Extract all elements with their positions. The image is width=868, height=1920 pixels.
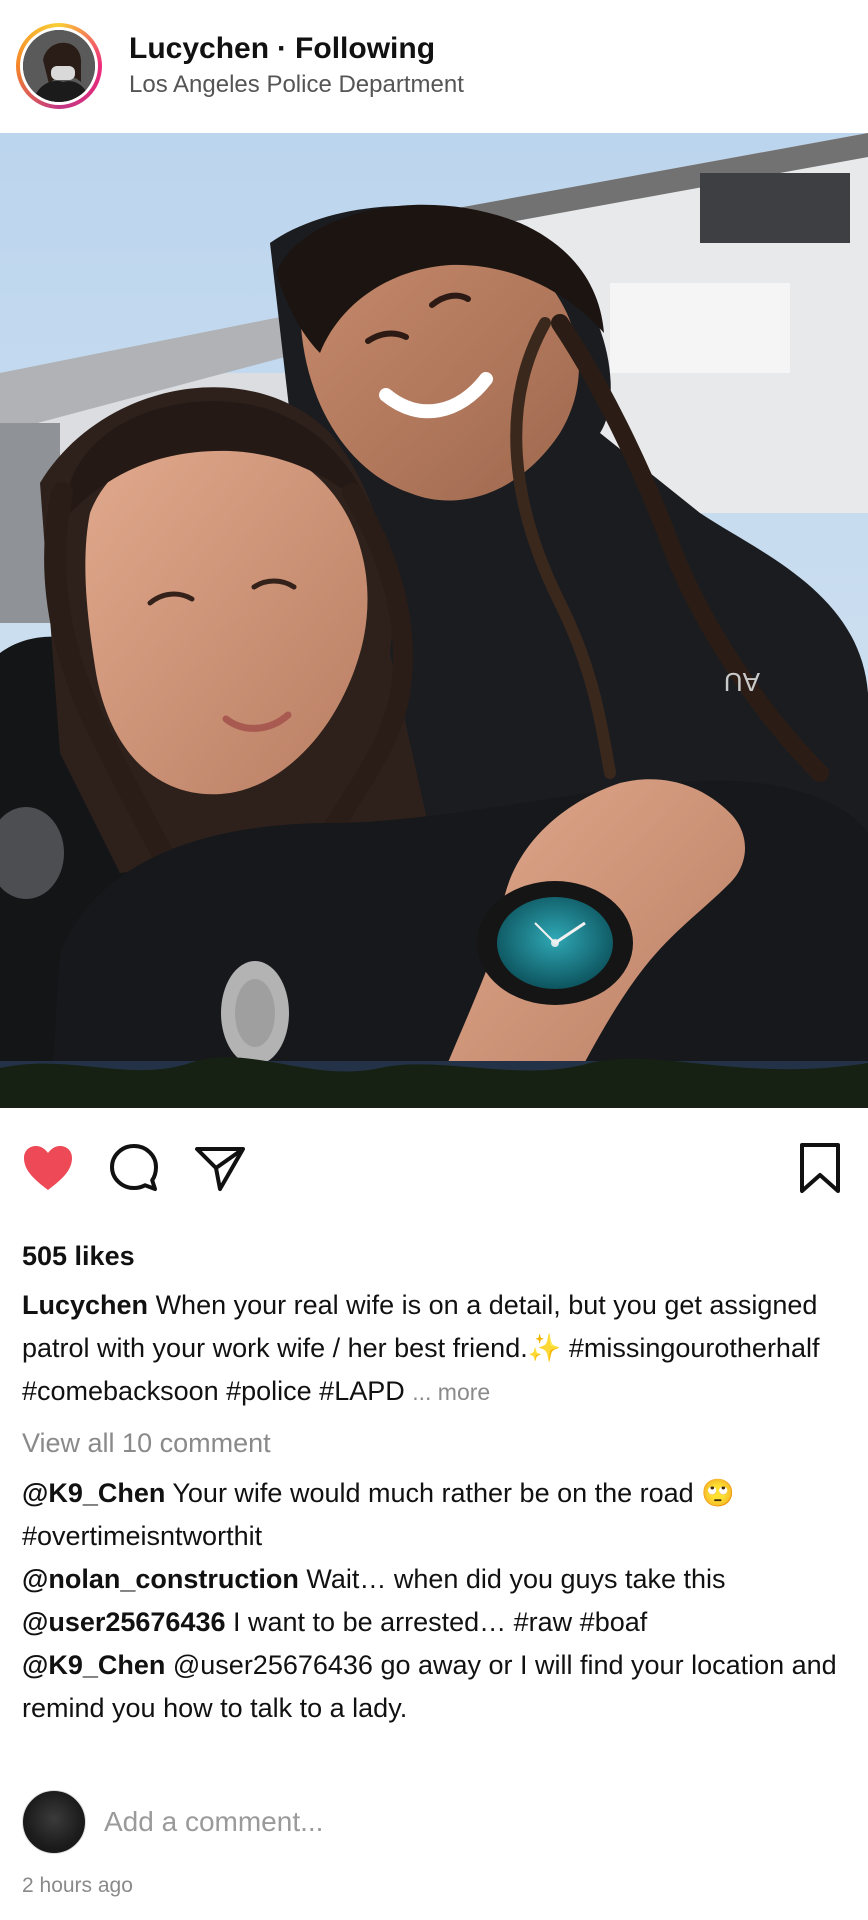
location-link[interactable]: Los Angeles Police Department (129, 70, 464, 100)
header-text: Lucychen · Following Los Angeles Police De… (129, 32, 464, 100)
current-user-avatar (22, 1790, 86, 1854)
comment-username[interactable]: @K9_Chen (22, 1478, 165, 1508)
heart-filled-icon[interactable] (18, 1138, 78, 1198)
story-avatar[interactable] (16, 23, 102, 109)
username-follow-line: Lucychen · Following (129, 32, 464, 66)
comment-list: @K9_Chen Your wife would much rather be … (22, 1472, 848, 1730)
post-timestamp: 2 hours ago (22, 1874, 133, 1897)
heart-filled-icon-graphic (24, 1146, 72, 1190)
avatar-photo-graphic (23, 30, 95, 102)
comment-item: @nolan_construction Wait… when did you g… (22, 1558, 848, 1601)
comment-bubble-icon-graphic (110, 1144, 158, 1191)
following-button[interactable]: Following (295, 32, 435, 65)
more-link[interactable]: ... more (412, 1379, 490, 1405)
comment-username[interactable]: @K9_Chen (22, 1650, 165, 1680)
post-content: 505 likes Lucychen When your real wife i… (22, 1236, 848, 1730)
comment-text: Wait… when did you guys take this (306, 1564, 726, 1594)
separator-dot: · (277, 32, 288, 65)
comment-bubble-icon[interactable] (104, 1138, 164, 1198)
comment-username[interactable]: @user25676436 (22, 1607, 226, 1637)
username-link[interactable]: Lucychen (129, 32, 269, 65)
comment-item: @K9_Chen Your wife would much rather be … (22, 1472, 848, 1558)
avatar-image (23, 30, 95, 102)
comment-username[interactable]: @nolan_construction (22, 1564, 299, 1594)
likes-count[interactable]: 505 likes (22, 1236, 848, 1276)
add-comment-input[interactable] (104, 1806, 744, 1838)
post-actions-bar (0, 1128, 868, 1208)
post-photo[interactable]: AU (0, 133, 868, 1108)
add-comment-row (22, 1789, 848, 1855)
comment-item: @K9_Chen @user25676436 go away or I will… (22, 1644, 848, 1730)
bookmark-icon-graphic (800, 1143, 840, 1193)
selfie-photo-graphic: AU (0, 133, 868, 1108)
caption: Lucychen When your real wife is on a det… (22, 1284, 848, 1414)
post-header: Lucychen · Following Los Angeles Police De… (0, 0, 868, 133)
comment-text: I want to be arrested… #raw #boaf (233, 1607, 648, 1637)
avatar-border (20, 27, 98, 105)
caption-username[interactable]: Lucychen (22, 1290, 148, 1320)
paper-plane-icon-graphic (195, 1147, 245, 1191)
view-all-comments-link[interactable]: View all 10 comment (22, 1422, 848, 1465)
paper-plane-icon[interactable] (190, 1138, 250, 1198)
bookmark-icon[interactable] (790, 1138, 850, 1198)
comment-item: @user25676436 I want to be arrested… #ra… (22, 1601, 848, 1644)
instagram-post-screen: Lucychen · Following Los Angeles Police De… (0, 0, 868, 1920)
svg-text:AU: AU (724, 667, 760, 697)
